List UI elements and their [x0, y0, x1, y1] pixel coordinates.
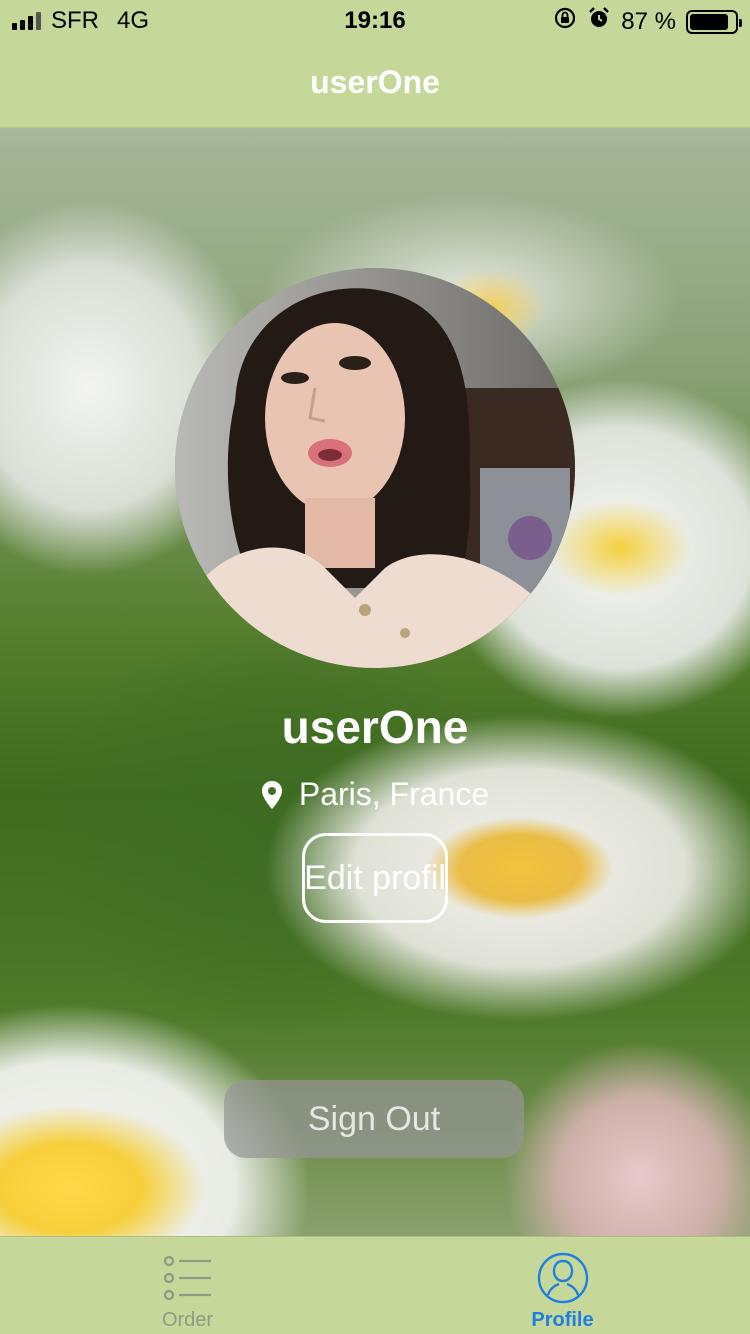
sign-out-button[interactable]: Sign Out: [224, 1080, 524, 1158]
tab-bar: Order Profile: [0, 1236, 750, 1334]
battery-percent: 87 %: [621, 7, 676, 35]
tab-profile[interactable]: Profile: [375, 1237, 750, 1334]
avatar: [175, 268, 575, 668]
list-icon: [161, 1251, 215, 1305]
person-icon: [536, 1251, 590, 1305]
battery-icon: [686, 9, 742, 34]
alarm-icon: [587, 6, 611, 37]
nav-bar: userOne: [0, 40, 750, 128]
avatar-photo: [175, 268, 575, 668]
tab-order-label: Order: [161, 1309, 214, 1331]
status-bar: SFR 4G 19:16 87 %: [0, 0, 750, 40]
user-name: userOne: [281, 701, 469, 753]
battery-fill: [690, 13, 729, 30]
nav-title: userOne: [310, 64, 440, 100]
tab-order[interactable]: Order: [0, 1237, 375, 1334]
edit-profile-button[interactable]: Edit profil: [302, 833, 448, 923]
user-location: Paris, France: [0, 776, 750, 813]
profile-content: userOne Paris, France Edit profil Sign O…: [0, 128, 750, 1236]
tab-profile-label: Profile: [531, 1309, 594, 1331]
location-text: Paris, France: [298, 776, 490, 812]
status-right: 87 %: [553, 6, 742, 37]
location-pin-icon: [261, 780, 283, 810]
rotation-lock-icon: [553, 6, 577, 37]
